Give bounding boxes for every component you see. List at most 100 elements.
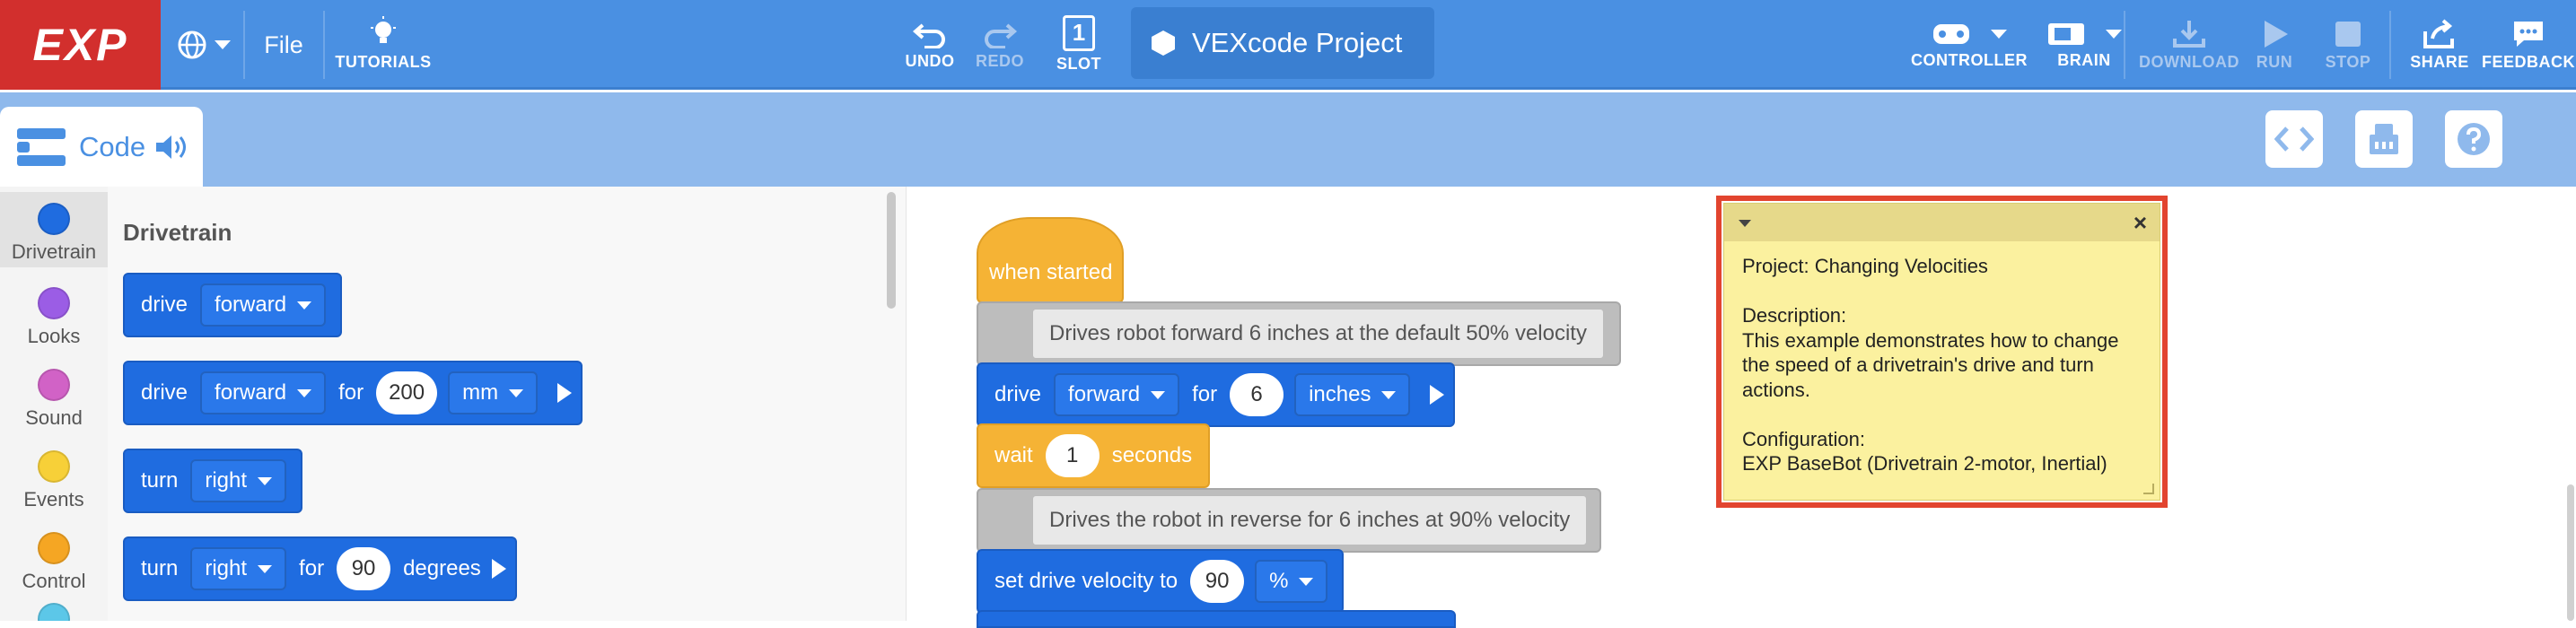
devices-button[interactable]: [2355, 110, 2413, 168]
block-word: for: [299, 556, 325, 580]
slot-button[interactable]: 1 SLOT: [1045, 9, 1113, 79]
palette-turn-for-block[interactable]: turn right for 90 degrees: [123, 536, 517, 601]
project-note[interactable]: × Project: Changing Velocities Descripti…: [1723, 203, 2160, 501]
language-menu-button[interactable]: [172, 22, 235, 68]
download-label: DOWNLOAD: [2139, 52, 2239, 71]
note-line: the speed of a drivetrain's drive and tu…: [1742, 353, 2094, 376]
palette-scrollbar[interactable]: [887, 192, 896, 309]
brain-icon: [2048, 22, 2084, 45]
partial-block[interactable]: [977, 610, 1456, 628]
note-body[interactable]: Project: Changing Velocities Description…: [1724, 241, 2160, 489]
category-events[interactable]: Events: [0, 440, 108, 515]
run-button[interactable]: RUN: [2247, 11, 2301, 79]
note-header[interactable]: ×: [1724, 204, 2160, 241]
when-started-block[interactable]: when started: [977, 217, 1124, 303]
category-dot: [38, 532, 70, 564]
share-label: SHARE: [2410, 52, 2469, 71]
stop-button[interactable]: STOP: [2316, 11, 2380, 79]
close-icon[interactable]: ×: [2134, 209, 2147, 237]
help-button[interactable]: [2445, 110, 2502, 168]
project-name-field[interactable]: VEXcode Project: [1131, 7, 1434, 79]
code-viewer-button[interactable]: [2265, 110, 2323, 168]
palette-drive-block[interactable]: drive forward: [123, 273, 343, 337]
redo-button[interactable]: REDO: [968, 11, 1032, 79]
category-dot: [38, 450, 70, 483]
direction-dropdown[interactable]: right: [190, 459, 287, 502]
category-drivetrain[interactable]: Drivetrain: [0, 192, 108, 267]
dropdown-value: inches: [1309, 382, 1371, 406]
chevron-down-icon: [215, 40, 231, 49]
category-sound[interactable]: Sound: [0, 358, 108, 433]
slot-number: 1: [1063, 14, 1095, 51]
category-dot: [38, 603, 70, 621]
note-line: Configuration:: [1742, 427, 1865, 450]
set-drive-velocity-block[interactable]: set drive velocity to 90 %: [977, 549, 1345, 614]
tab-code[interactable]: Code: [0, 107, 203, 187]
share-button[interactable]: SHARE: [2404, 11, 2475, 79]
velocity-input[interactable]: 90: [1190, 560, 1245, 603]
editor-subbar: Code: [0, 92, 2576, 187]
dropdown-value: forward: [215, 380, 287, 405]
brain-button[interactable]: BRAIN: [2030, 11, 2138, 79]
angle-input[interactable]: 90: [337, 547, 391, 590]
play-icon[interactable]: [557, 383, 573, 403]
hat-label: when started: [989, 260, 1113, 284]
block-word: for: [338, 380, 364, 405]
controller-button[interactable]: CONTROLLER: [1906, 11, 2032, 79]
chevron-down-icon: [1381, 390, 1397, 399]
tutorials-button[interactable]: TUTORIALS: [334, 9, 433, 77]
collapse-icon[interactable]: [1739, 220, 1751, 227]
comment-text[interactable]: Drives the robot in reverse for 6 inches…: [1032, 495, 1588, 545]
hexagon-icon: [1152, 31, 1175, 56]
file-menu[interactable]: File: [257, 27, 311, 63]
brain-label: BRAIN: [2057, 50, 2111, 69]
note-line: This example demonstrates how to change: [1742, 328, 2119, 352]
chevron-down-icon: [297, 301, 312, 310]
run-label: RUN: [2256, 52, 2293, 71]
play-icon[interactable]: [1430, 385, 1445, 405]
category-looks[interactable]: Looks: [0, 276, 108, 352]
workspace-scrollbar[interactable]: [2567, 484, 2574, 621]
category-list: Drivetrain Looks Sound Events Control: [0, 187, 108, 621]
dropdown-value: right: [205, 556, 248, 580]
drive-for-block[interactable]: drive forward for 6 inches: [977, 362, 1456, 427]
category-more[interactable]: [0, 603, 108, 621]
comment-block[interactable]: Drives the robot in reverse for 6 inches…: [977, 488, 1601, 553]
wait-input[interactable]: 1: [1045, 434, 1100, 477]
unit-dropdown[interactable]: %: [1255, 560, 1328, 603]
speaker-icon[interactable]: [154, 133, 190, 161]
wait-block[interactable]: wait 1 seconds: [977, 423, 1211, 488]
comment-text[interactable]: Drives robot forward 6 inches at the def…: [1032, 309, 1604, 359]
stop-icon: [2335, 21, 2361, 47]
note-line: EXP BaseBot (Drivetrain 2-motor, Inertia…: [1742, 452, 2107, 475]
download-icon: [2173, 20, 2205, 48]
lightbulb-icon: [371, 15, 396, 43]
redo-icon: [985, 22, 1018, 48]
note-line: Project: Changing Velocities: [1742, 255, 1988, 277]
comment-block[interactable]: Drives robot forward 6 inches at the def…: [977, 301, 1621, 366]
chevron-down-icon: [1151, 390, 1166, 399]
note-line: [1742, 402, 2142, 427]
direction-dropdown[interactable]: forward: [1054, 373, 1180, 416]
unit-dropdown[interactable]: mm: [448, 371, 539, 414]
play-icon[interactable]: [491, 559, 506, 579]
resize-handle[interactable]: [2143, 484, 2154, 494]
category-label: Drivetrain: [11, 240, 97, 263]
distance-input[interactable]: 6: [1230, 373, 1284, 416]
block-word: drive: [141, 380, 188, 405]
dropdown-value: %: [1269, 569, 1289, 593]
chevron-down-icon: [258, 564, 273, 573]
undo-button[interactable]: UNDO: [898, 11, 962, 79]
download-button[interactable]: DOWNLOAD: [2131, 11, 2247, 79]
dropdown-value: forward: [1068, 382, 1141, 406]
feedback-button[interactable]: FEEDBACK: [2481, 11, 2576, 79]
direction-dropdown[interactable]: right: [190, 547, 287, 590]
direction-dropdown[interactable]: forward: [200, 371, 327, 414]
note-line: [1742, 279, 2142, 304]
palette-drive-for-block[interactable]: drive forward for 200 mm: [123, 361, 583, 425]
distance-input[interactable]: 200: [376, 371, 438, 414]
direction-dropdown[interactable]: forward: [200, 283, 327, 327]
unit-dropdown[interactable]: inches: [1294, 373, 1411, 416]
palette-turn-block[interactable]: turn right: [123, 449, 303, 513]
category-control[interactable]: Control: [0, 521, 108, 597]
